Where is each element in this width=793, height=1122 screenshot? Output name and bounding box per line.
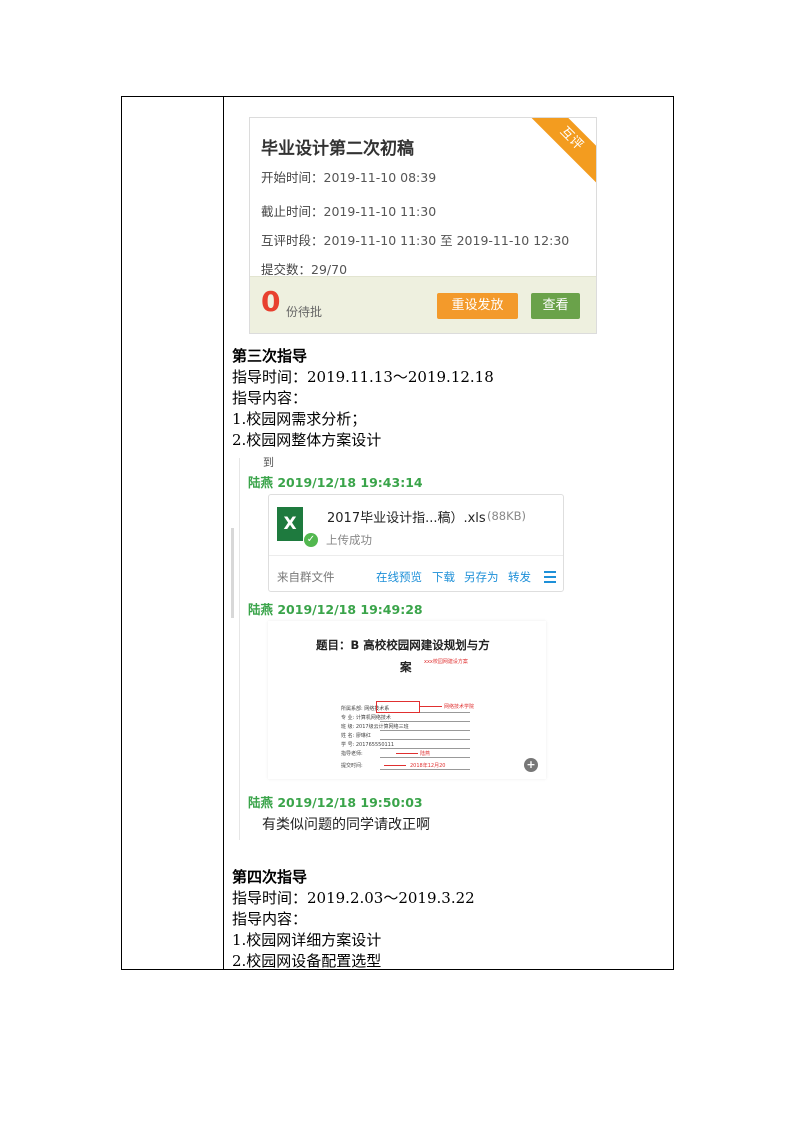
message-text: 有类似问题的同学请改正啊 [262, 817, 430, 833]
preview-row: 专 业: 计算机网络技术 [341, 715, 391, 721]
preview-red-mark: 2018年12月20 [410, 763, 446, 769]
third-guidance-item: 1.校园网需求分析； [232, 410, 367, 428]
deadline-time: 截止时间：2019-11-10 11:30 [261, 204, 437, 219]
view-button[interactable]: 查看 [531, 293, 580, 319]
fourth-guidance-item: 1.校园网详细方案设计 [232, 931, 382, 949]
preview-underline [380, 730, 470, 731]
preview-row: 班 级: 2017级云计算网络三班 [341, 724, 409, 730]
preview-underline [380, 757, 470, 758]
preview-row: 指导老师: [341, 751, 363, 757]
third-guidance-time: 指导时间：2019.11.13～2019.12.18 [232, 368, 494, 386]
third-guidance-item: 2.校园网整体方案设计 [232, 431, 382, 449]
preview-arrow [384, 765, 406, 766]
download-link[interactable]: 下载 [432, 569, 455, 585]
fourth-guidance-item: 2.校园网设备配置选型 [232, 952, 382, 970]
third-guidance-content-label: 指导内容： [232, 389, 308, 407]
check-icon: ✓ [304, 533, 318, 547]
preview-title-cont: 案 [400, 660, 412, 674]
message-sender: 陆燕 2019/12/18 19:43:14 [248, 475, 423, 490]
peer-review-period: 互评时段：2019-11-10 11:30 至 2019-11-10 12:30 [261, 233, 570, 248]
forward-link[interactable]: 转发 [508, 569, 531, 585]
start-time: 开始时间：2019-11-10 08:39 [261, 170, 437, 185]
fourth-guidance-heading: 第四次指导 [232, 868, 308, 886]
message-sender: 陆燕 2019/12/18 19:49:28 [248, 602, 423, 617]
preview-highlight-box [376, 701, 420, 713]
message-sender: 陆燕 2019/12/18 19:50:03 [248, 795, 423, 810]
preview-arrow [420, 706, 442, 707]
cut-off-text: 到 [263, 456, 274, 469]
preview-red-mark: 网络技术学院 [444, 704, 475, 710]
preview-underline [380, 739, 470, 740]
preview-row: 姓 名: 廖琳红 [341, 733, 371, 739]
shared-file-card[interactable]: X ✓ 2017毕业设计指...稿）.xls (88KB) 上传成功 来自群文件… [268, 494, 564, 592]
zoom-in-icon[interactable]: + [524, 758, 538, 772]
excel-file-icon: X [277, 507, 303, 541]
card-footer: 0 份待批 重设发放 查看 [250, 276, 596, 333]
preview-online-link[interactable]: 在线预览 [376, 569, 422, 585]
preview-underline [380, 769, 470, 770]
preview-row: 学 号: 201765550111 [341, 742, 395, 748]
file-name[interactable]: 2017毕业设计指...稿）.xls [327, 507, 486, 526]
preview-underline [380, 721, 470, 722]
chat-screenshot: 到 陆燕 2019/12/18 19:43:14 X ✓ 2017毕业设计指..… [229, 456, 569, 840]
pending-count: 0 [261, 285, 281, 318]
peer-review-badge: 互评 [515, 118, 596, 195]
column-divider [223, 97, 224, 969]
preview-underline [380, 748, 470, 749]
pending-label: 份待批 [286, 305, 323, 319]
file-size: (88KB) [487, 509, 527, 523]
chat-divider [239, 458, 240, 840]
document-image-preview[interactable]: 题目：B 高校校园网建设规划与方 案 xxx校园网建设方案 所属系部: 网络技术… [268, 621, 546, 779]
preview-row: 提交时间: [341, 763, 363, 769]
file-card-divider [269, 555, 563, 556]
file-source: 来自群文件 [277, 570, 335, 584]
save-as-link[interactable]: 另存为 [464, 569, 499, 585]
fourth-guidance-content-label: 指导内容： [232, 910, 308, 928]
preview-arrow [396, 753, 418, 754]
upload-status: 上传成功 [326, 533, 372, 547]
preview-red-mark: 陆燕 [420, 751, 431, 757]
preview-title: 题目：B 高校校园网建设规划与方 [316, 638, 490, 652]
third-guidance-heading: 第三次指导 [232, 347, 308, 365]
assignment-card[interactable]: 互评 毕业设计第二次初稿 开始时间：2019-11-10 08:39 截止时间：… [249, 117, 597, 334]
chat-scrollbar[interactable] [231, 528, 234, 618]
assignment-title: 毕业设计第二次初稿 [261, 139, 414, 159]
preview-red-note: xxx校园网建设方案 [424, 659, 468, 665]
fourth-guidance-time: 指导时间：2019.2.03～2019.3.22 [232, 889, 475, 907]
menu-icon[interactable] [544, 571, 556, 586]
reset-distribution-button[interactable]: 重设发放 [437, 293, 518, 319]
